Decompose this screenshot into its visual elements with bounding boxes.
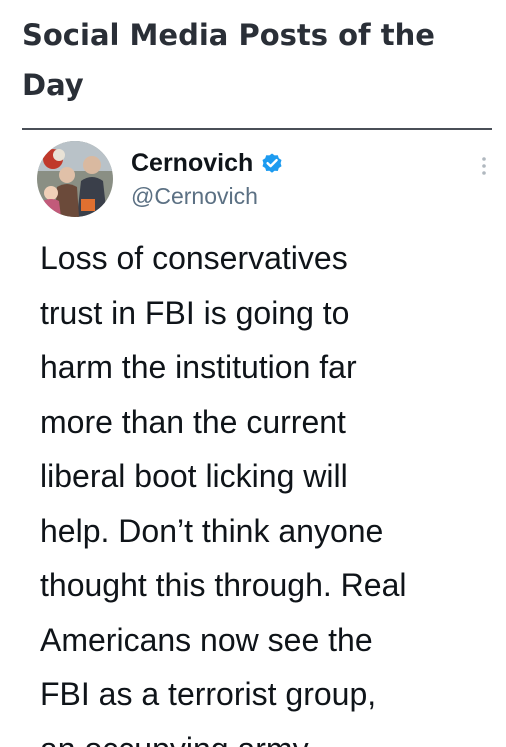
verified-badge-icon: [260, 151, 284, 175]
tweet-author[interactable]: Cernovich: [131, 146, 284, 180]
page-title: Social Media Posts of the Day: [22, 18, 435, 102]
tweet-card: Cernovich @Cernovich Loss of conservativ…: [0, 131, 506, 747]
more-options-icon[interactable]: [477, 151, 491, 181]
user-handle[interactable]: @Cernovich: [131, 183, 258, 210]
avatar[interactable]: [37, 141, 113, 217]
section-divider: [22, 128, 492, 130]
tweet-text: Loss of conservatives trust in FBI is go…: [40, 240, 407, 747]
profile-photo-icon: [37, 141, 113, 217]
display-name[interactable]: Cernovich: [131, 149, 253, 178]
